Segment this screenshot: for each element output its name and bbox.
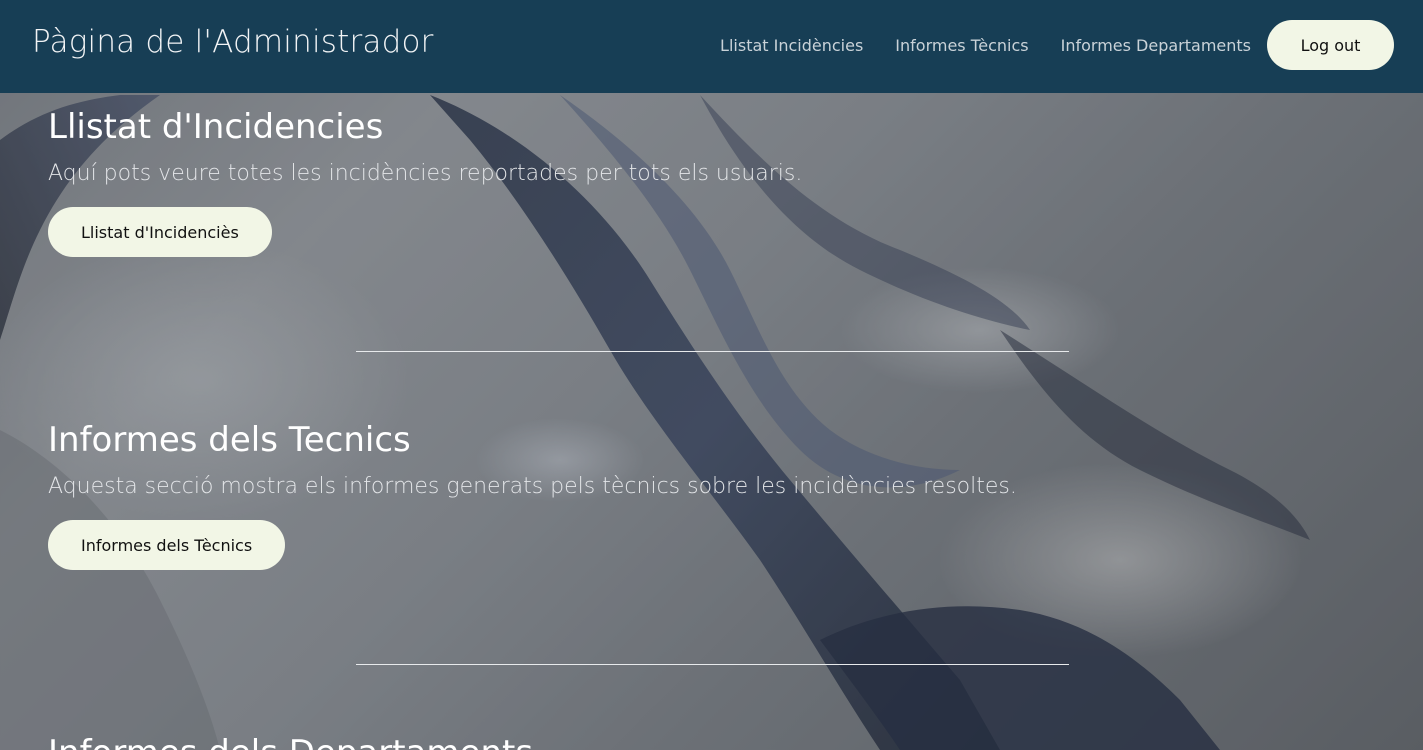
section-divider xyxy=(356,351,1069,352)
main-content: Llistat d'Incidencies Aquí pots veure to… xyxy=(0,93,1423,750)
page-title: Pàgina de l'Administrador xyxy=(32,24,434,60)
main-nav: Llistat Incidències Informes Tècnics Inf… xyxy=(720,20,1394,70)
section-description: Aquesta secció mostra els informes gener… xyxy=(48,474,1017,499)
informes-tecnics-button[interactable]: Informes dels Tècnics xyxy=(48,520,286,570)
logout-button[interactable]: Log out xyxy=(1267,20,1394,70)
top-navbar: Pàgina de l'Administrador Llistat Incidè… xyxy=(0,0,1423,93)
section-informes-departaments: Informes dels Departaments xyxy=(48,733,533,750)
section-title: Informes dels Tecnics xyxy=(48,420,411,460)
section-llistat-incidencies: Llistat d'Incidencies Aquí pots veure to… xyxy=(48,107,802,257)
section-informes-tecnics: Informes dels Tecnics Aquesta secció mos… xyxy=(48,420,1017,570)
section-title: Llistat d'Incidencies xyxy=(48,107,384,147)
nav-link-informes-departaments[interactable]: Informes Departaments xyxy=(1061,36,1251,55)
section-title: Informes dels Departaments xyxy=(48,733,533,750)
section-description: Aquí pots veure totes les incidències re… xyxy=(48,161,803,186)
llistat-incidencies-button[interactable]: Llistat d'Incidenciès xyxy=(48,207,272,257)
section-divider xyxy=(356,664,1069,665)
nav-link-llistat-incidencies[interactable]: Llistat Incidències xyxy=(720,36,863,55)
nav-link-informes-tecnics[interactable]: Informes Tècnics xyxy=(895,36,1028,55)
